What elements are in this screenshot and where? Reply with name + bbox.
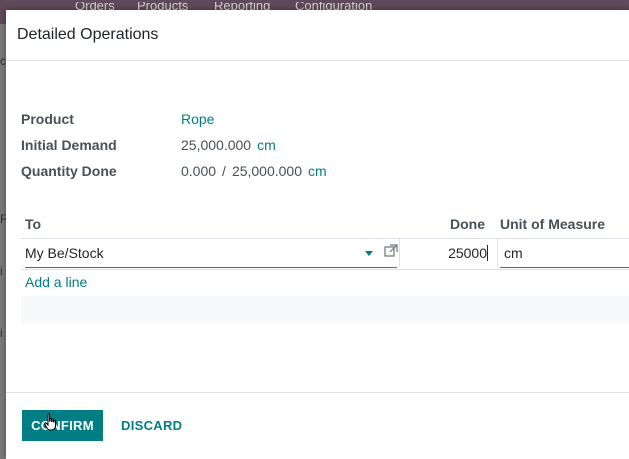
table-row: My Be/Stock 25000 cm <box>21 238 629 270</box>
initial-demand-label: Initial Demand <box>21 137 117 153</box>
dialog-footer: CONFIRM DISCARD <box>6 392 629 459</box>
quantity-done-value-group: 0.000 / 25,000.000 cm <box>181 163 327 179</box>
text-cursor <box>487 245 488 261</box>
quantity-done-uom: cm <box>308 163 327 179</box>
column-header-uom[interactable]: Unit of Measure <box>500 216 605 232</box>
cell-divider <box>497 239 498 267</box>
product-link[interactable]: Rope <box>181 111 214 127</box>
quantity-done-total: 25,000.000 <box>231 163 303 179</box>
external-link-icon[interactable] <box>384 244 398 258</box>
cell-divider <box>399 239 400 267</box>
add-line-link[interactable]: Add a line <box>25 274 87 290</box>
quantity-done-label: Quantity Done <box>21 163 117 179</box>
quantity-done-separator: / <box>222 163 226 179</box>
dialog-header: Detailed Operations <box>6 10 629 61</box>
initial-demand-uom: cm <box>257 137 276 153</box>
quantity-done-value: 0.000 <box>181 163 217 179</box>
column-header-to[interactable]: To <box>25 216 41 232</box>
unit-of-measure-value: cm <box>504 245 523 261</box>
confirm-button[interactable]: CONFIRM <box>22 410 103 441</box>
detailed-operations-dialog: Detailed Operations Product Rope Initial… <box>6 10 629 459</box>
empty-table-row <box>21 296 629 324</box>
discard-button[interactable]: DISCARD <box>113 410 190 441</box>
dialog-title: Detailed Operations <box>17 26 159 43</box>
dropdown-caret-icon[interactable] <box>365 251 373 256</box>
quantity-done-input-value: 25000 <box>448 245 487 261</box>
initial-demand-value: 25,000.000 <box>181 137 252 153</box>
move-lines-table-header: To Done Unit of Measure <box>21 210 629 238</box>
hand-pointer-icon <box>44 413 56 431</box>
destination-location-value: My Be/Stock <box>25 245 104 261</box>
column-header-done[interactable]: Done <box>450 216 485 232</box>
unit-of-measure-field[interactable]: cm <box>500 239 629 268</box>
product-label: Product <box>21 111 74 127</box>
initial-demand-value-group: 25,000.000 cm <box>181 137 276 153</box>
destination-location-field[interactable]: My Be/Stock <box>25 239 398 268</box>
quantity-done-input[interactable]: 25000 <box>401 239 493 267</box>
